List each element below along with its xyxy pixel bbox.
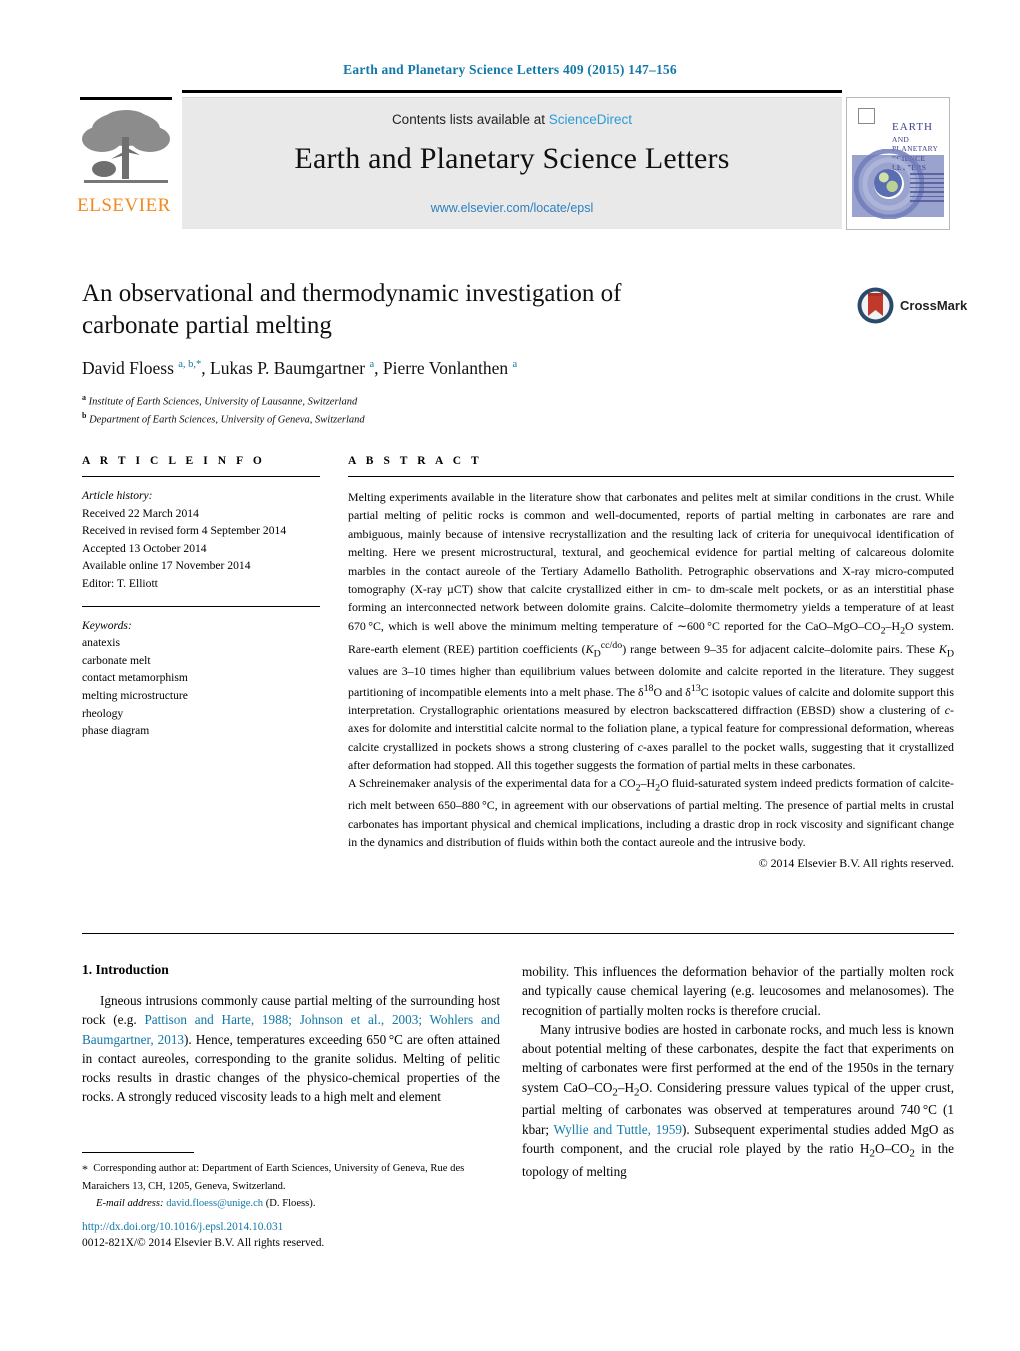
history-item: Received in revised form 4 September 201… bbox=[82, 524, 287, 538]
journal-cover-thumbnail: EARTH AND PLANETARY SCIENCE LETTERS bbox=[846, 97, 950, 230]
abstract-body: Melting experiments available in the lit… bbox=[348, 488, 954, 873]
abstract-heading: A B S T R A C T bbox=[348, 455, 483, 467]
abstract-rule bbox=[348, 476, 954, 477]
cover-inner: EARTH AND PLANETARY SCIENCE LETTERS bbox=[852, 103, 944, 224]
crossmark-badge[interactable]: CrossMark bbox=[857, 287, 967, 327]
abstract-paragraph-2: A Schreinemaker analysis of the experime… bbox=[348, 776, 955, 849]
keyword-item: rheology bbox=[82, 706, 124, 720]
page-title: An observational and thermodynamic inves… bbox=[82, 280, 622, 339]
crossmark-icon bbox=[857, 287, 894, 324]
article-info-rule bbox=[82, 476, 320, 477]
running-head: Earth and Planetary Science Letters 409 … bbox=[343, 62, 677, 77]
article-first-page: Earth and Planetary Science Letters 409 … bbox=[0, 0, 1020, 1351]
email-suffix: (D. Floess). bbox=[265, 1198, 316, 1210]
article-history-label: Article history: bbox=[82, 489, 153, 502]
elsevier-wordmark: ELSEVIER bbox=[77, 195, 171, 216]
abstract-copyright: © 2014 Elsevier B.V. All rights reserved… bbox=[758, 856, 954, 871]
logo-rule bbox=[80, 97, 172, 100]
keyword-item: melting microstructure bbox=[82, 689, 188, 703]
history-item: Available online 17 November 2014 bbox=[82, 559, 251, 573]
keyword-item: contact metamorphism bbox=[82, 671, 188, 685]
introduction-paragraph-right-2: Many intrusive bodies are hosted in carb… bbox=[522, 1021, 954, 1179]
journal-masthead: ELSEVIER Contents lists available at Sci… bbox=[72, 90, 950, 238]
email-label: E-mail address: bbox=[96, 1198, 164, 1210]
masthead-banner: Contents lists available at ScienceDirec… bbox=[182, 97, 842, 229]
crossmark-label: CrossMark bbox=[900, 298, 968, 313]
corresponding-author-text: * Corresponding author at: Department of… bbox=[82, 1162, 465, 1192]
email-line: E-mail address: david.floess@unige.ch (D… bbox=[82, 1196, 500, 1212]
issn-copyright: 0012-821X/© 2014 Elsevier B.V. All right… bbox=[82, 1237, 325, 1250]
contents-available-line: Contents lists available at ScienceDirec… bbox=[182, 112, 842, 127]
keyword-item: anatexis bbox=[82, 636, 120, 650]
title-block: An observational and thermodynamic inves… bbox=[82, 278, 852, 429]
keywords-group: Keywords: anatexis carbonate melt contac… bbox=[82, 617, 320, 740]
doi-link[interactable]: http://dx.doi.org/10.1016/j.epsl.2014.10… bbox=[82, 1219, 512, 1235]
history-item: Accepted 13 October 2014 bbox=[82, 541, 207, 555]
cover-globe-icon bbox=[874, 169, 902, 197]
footnote-rule bbox=[82, 1152, 194, 1153]
elsevier-tree-icon bbox=[82, 110, 170, 183]
corresponding-author-footnote: * Corresponding author at: Department of… bbox=[82, 1152, 500, 1212]
article-info-column: A R T I C L E I N F O Article history: R… bbox=[82, 455, 320, 740]
introduction-heading: 1. Introduction bbox=[82, 962, 169, 977]
history-item: Editor: T. Elliott bbox=[82, 577, 158, 591]
doi-footer: http://dx.doi.org/10.1016/j.epsl.2014.10… bbox=[82, 1219, 512, 1251]
elsevier-logo: ELSEVIER bbox=[72, 97, 176, 228]
affiliation-list: a Institute of Earth Sciences, Universit… bbox=[82, 392, 852, 429]
sciencedirect-link[interactable]: ScienceDirect bbox=[549, 112, 632, 127]
cover-publisher-logo-icon bbox=[858, 108, 875, 124]
affiliation-b: b Department of Earth Sciences, Universi… bbox=[82, 411, 365, 426]
keywords-label: Keywords: bbox=[82, 618, 132, 632]
affiliation-a: a Institute of Earth Sciences, Universit… bbox=[82, 393, 358, 408]
abstract-paragraph-1: Melting experiments available in the lit… bbox=[348, 490, 954, 773]
author-list: David Floess a, b,*, Lukas P. Baumgartne… bbox=[82, 358, 518, 378]
keywords-rule bbox=[82, 605, 320, 607]
article-info-heading: A R T I C L E I N F O bbox=[82, 455, 266, 467]
masthead-top-rule bbox=[182, 90, 842, 93]
abstract-column: A B S T R A C T Melting experiments avai… bbox=[348, 455, 954, 873]
affiliation-a-text: Institute of Earth Sciences, University … bbox=[88, 396, 358, 408]
journal-url-link[interactable]: www.elsevier.com/locate/epsl bbox=[182, 201, 842, 215]
keyword-item: phase diagram bbox=[82, 724, 150, 738]
keyword-item: carbonate melt bbox=[82, 653, 151, 667]
introduction-left-column: 1. Introduction Igneous intrusions commo… bbox=[82, 962, 500, 1107]
contents-prefix: Contents lists available at bbox=[391, 112, 549, 127]
cover-text-lines bbox=[910, 173, 944, 205]
email-link[interactable]: david.floess@unige.ch bbox=[166, 1198, 263, 1209]
introduction-right-column: mobility. This influences the deformatio… bbox=[522, 962, 954, 1181]
abstract-bottom-rule bbox=[82, 933, 954, 934]
history-item: Received 22 March 2014 bbox=[82, 506, 199, 520]
article-history: Article history: Received 22 March 2014 … bbox=[82, 487, 320, 593]
journal-title: Earth and Planetary Science Letters bbox=[294, 142, 730, 175]
introduction-paragraph-left: Igneous intrusions commonly cause partia… bbox=[82, 993, 500, 1105]
affiliation-b-text: Department of Earth Sciences, University… bbox=[89, 414, 365, 426]
introduction-paragraph-right-1: mobility. This influences the deformatio… bbox=[522, 964, 954, 1018]
cover-title-line1: EARTH bbox=[892, 121, 934, 133]
